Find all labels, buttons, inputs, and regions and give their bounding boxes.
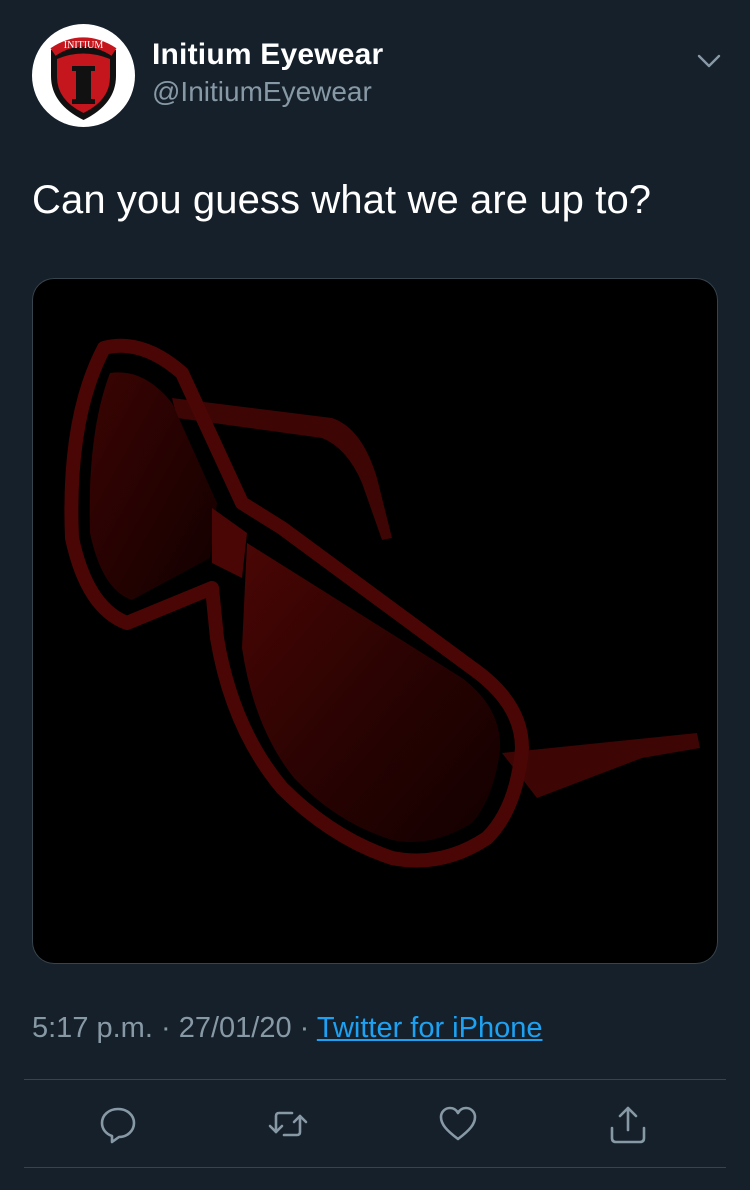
sunglasses-image	[64, 338, 700, 868]
tweet-image[interactable]	[32, 278, 718, 964]
logo-text: INITIUM	[64, 40, 104, 51]
author-display-name[interactable]: Initium Eyewear	[152, 38, 383, 72]
tweet-text: Can you guess what we are up to?	[32, 178, 652, 222]
meta-separator: ·	[152, 1012, 179, 1044]
tweet-date: 27/01/20	[178, 1012, 292, 1044]
reply-icon[interactable]	[96, 1102, 140, 1146]
divider	[24, 1167, 726, 1168]
initium-logo: INITIUM	[50, 37, 117, 120]
author-handle[interactable]: @InitiumEyewear	[152, 76, 372, 108]
retweet-icon[interactable]	[266, 1102, 310, 1146]
tweet-meta: 5:17 p.m. · 27/01/20 · Twitter for iPhon…	[32, 1012, 542, 1045]
meta-separator: ·	[291, 1012, 317, 1044]
tweet-time: 5:17 p.m.	[32, 1012, 153, 1044]
divider	[24, 1079, 726, 1080]
heart-icon[interactable]	[436, 1102, 480, 1146]
tweet-source-link[interactable]: Twitter for iPhone	[317, 1012, 543, 1044]
tweet-actions	[0, 1098, 750, 1152]
chevron-down-icon[interactable]	[694, 46, 724, 76]
avatar[interactable]: INITIUM	[32, 24, 135, 127]
share-icon[interactable]	[606, 1102, 650, 1146]
